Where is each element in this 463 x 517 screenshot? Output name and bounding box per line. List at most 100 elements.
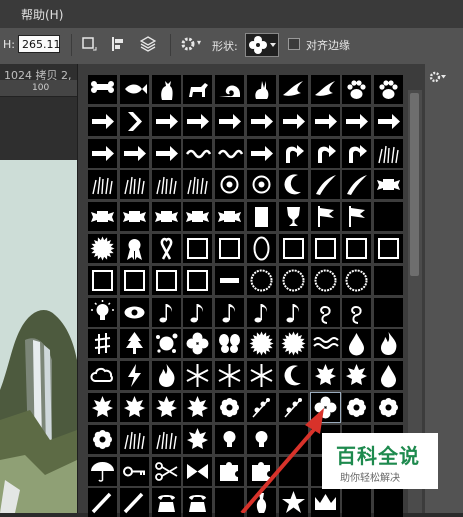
shape-cell-frame-ornate-2[interactable] [310, 234, 340, 263]
shape-cell-leaf-2[interactable] [88, 393, 117, 422]
shape-cell-empty-cell-8[interactable] [278, 456, 308, 486]
shape-cell-rabbit[interactable] [247, 75, 276, 104]
shape-cell-lightning[interactable] [119, 361, 149, 391]
path-arrangement-icon[interactable] [140, 36, 156, 52]
shape-cell-clover[interactable] [183, 329, 213, 359]
shape-cell-ribbon-award[interactable] [119, 234, 149, 263]
shape-cell-curved-arrow[interactable] [310, 138, 340, 168]
shape-cell-leaf-sprout[interactable] [183, 424, 213, 454]
shape-cell-bone[interactable] [88, 75, 117, 104]
panel-settings-gear-icon[interactable] [429, 70, 447, 84]
shape-cell-banner[interactable] [88, 202, 117, 232]
shape-cell-treble-clef[interactable] [342, 297, 372, 327]
shape-cell-ornament[interactable] [215, 170, 245, 200]
shape-cell-squiggle[interactable] [183, 138, 213, 168]
shape-cell-grass-1[interactable] [88, 170, 117, 200]
shape-cell-seal[interactable] [88, 234, 117, 263]
shape-cell-arrow-fat[interactable] [88, 138, 117, 168]
shape-cell-light-bulb[interactable] [215, 424, 245, 454]
shape-cell-scissors[interactable] [151, 456, 181, 486]
shape-cell-frame-empty[interactable] [374, 234, 404, 263]
shape-cell-puzzle[interactable] [215, 456, 245, 486]
shape-cell-frame-square[interactable] [119, 265, 149, 295]
shape-cell-grass-tuft[interactable] [374, 138, 404, 168]
shape-cell-chevron-right[interactable] [119, 106, 149, 136]
shape-cell-cat[interactable] [151, 75, 181, 104]
shape-cell-banner-curved[interactable] [119, 202, 149, 232]
shape-cell-horn[interactable] [310, 170, 340, 200]
shape-cell-sign-frame[interactable] [247, 202, 276, 232]
shape-cell-cloud[interactable] [88, 361, 117, 391]
shape-cell-flower-branch[interactable] [247, 393, 276, 422]
shape-cell-fire[interactable] [374, 329, 404, 359]
shape-cell-turn-arrow[interactable] [342, 138, 372, 168]
shape-picker[interactable] [245, 33, 279, 57]
shape-cell-frame-rect[interactable] [278, 234, 308, 263]
shape-cell-frame-circle-3[interactable] [310, 265, 340, 295]
shape-cell-waves[interactable] [310, 329, 340, 359]
shape-cell-frame-circle-2[interactable] [278, 265, 308, 295]
shape-cell-snowflake[interactable] [183, 361, 213, 391]
shape-cell-splat[interactable] [151, 329, 181, 359]
dropdown-arrow-icon[interactable]: ▾ [197, 38, 201, 47]
shape-cell-umbrella[interactable] [88, 456, 117, 486]
shape-cell-flower-daisy[interactable] [88, 424, 117, 454]
shape-cell-tree[interactable] [119, 329, 149, 359]
shape-cell-stamp-frame[interactable] [88, 265, 117, 295]
shape-cell-wave-arrow[interactable] [247, 138, 276, 168]
shape-cell-paw-print[interactable] [374, 75, 404, 104]
shape-cell-beamed-notes[interactable] [247, 297, 276, 327]
shape-cell-sixteenth-note[interactable] [278, 297, 308, 327]
shape-cell-snowflake-2[interactable] [215, 361, 245, 391]
path-operations-icon[interactable] [81, 36, 97, 52]
shape-cell-u-turn-arrow[interactable] [278, 138, 308, 168]
shape-cell-leaf-4[interactable] [183, 393, 213, 422]
shape-cell-paw[interactable] [342, 75, 372, 104]
gear-icon[interactable] [180, 36, 196, 52]
shape-cell-leaf[interactable] [310, 361, 340, 391]
shape-cell-frame-grunge[interactable] [183, 265, 213, 295]
shape-cell-frame-line[interactable] [215, 265, 245, 295]
shape-cell-snail[interactable] [215, 75, 245, 104]
shape-cell-flag[interactable] [310, 202, 340, 232]
shape-cell-arrow-outline[interactable] [247, 106, 276, 136]
shape-cell-empty-cell-4[interactable] [278, 424, 308, 454]
shape-cell-grass-3[interactable] [151, 170, 181, 200]
shape-cell-eye[interactable] [119, 297, 149, 327]
shape-cell-flame[interactable] [151, 361, 181, 391]
shape-cell-ornament-2[interactable] [247, 170, 276, 200]
shape-cell-raindrop[interactable] [342, 329, 372, 359]
shape-cell-flower-5[interactable] [215, 393, 245, 422]
shape-cell-banner-3[interactable] [183, 202, 213, 232]
shape-cell-snowflake-3[interactable] [247, 361, 276, 391]
shape-cell-starburst[interactable] [278, 329, 308, 359]
path-alignment-icon[interactable] [110, 36, 126, 52]
shape-cell-banner-4[interactable] [215, 202, 245, 232]
shape-cell-arrow-feather[interactable] [278, 106, 308, 136]
shape-cell-empty-cell[interactable] [374, 202, 404, 232]
shape-cell-flower-scallop[interactable] [374, 393, 404, 422]
shape-cell-key[interactable] [119, 456, 149, 486]
scrollbar-thumb[interactable] [410, 93, 419, 276]
shape-cell-puzzle-2[interactable] [247, 456, 276, 486]
shape-cell-frame-circle[interactable] [247, 265, 276, 295]
shape-cell-squiggle-2[interactable] [215, 138, 245, 168]
shape-cell-frame-ornate[interactable] [215, 234, 245, 263]
shape-cell-flower-4-selected[interactable] [309, 392, 341, 423]
shape-cell-banner-2[interactable] [151, 202, 181, 232]
shape-cell-banner-scroll[interactable] [374, 170, 404, 200]
shape-cell-arrow-block-2[interactable] [342, 106, 372, 136]
shape-cell-dove[interactable] [310, 75, 340, 104]
shape-cell-dog[interactable] [183, 75, 213, 104]
shape-cell-moon-wave[interactable] [278, 170, 308, 200]
shape-cell-arrow-bold[interactable] [151, 138, 181, 168]
shape-cell-grass-blades[interactable] [151, 424, 181, 454]
shape-cell-butterfly[interactable] [215, 329, 245, 359]
shape-cell-awareness-ribbon[interactable] [151, 234, 181, 263]
shape-cell-bass-clef[interactable] [310, 297, 340, 327]
shape-cell-light-bulb-2[interactable] [247, 424, 276, 454]
shape-cell-teardrop[interactable] [374, 361, 404, 391]
shape-cell-maple[interactable] [119, 393, 149, 422]
shape-cell-horn-2[interactable] [342, 170, 372, 200]
shape-cell-film-frame[interactable] [183, 234, 213, 263]
